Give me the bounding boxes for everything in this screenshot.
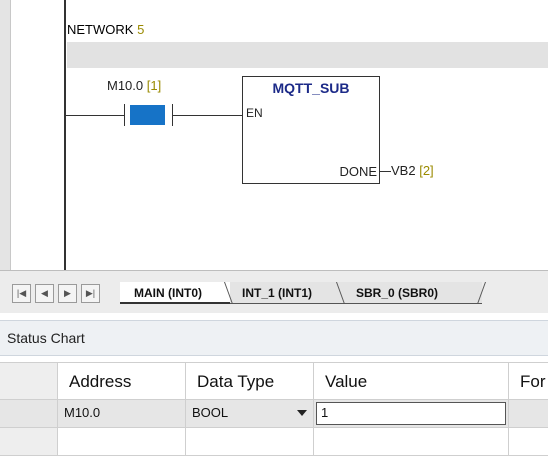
- data-type-cell[interactable]: [186, 428, 314, 456]
- contact-ref: [1]: [146, 78, 162, 93]
- dropdown-arrow-icon[interactable]: [297, 410, 307, 416]
- tab-int1[interactable]: INT_1 (INT1): [230, 282, 342, 304]
- en-pin-label: EN: [246, 106, 263, 120]
- contact-left-bar: [124, 104, 125, 126]
- table-row[interactable]: M10.0 BOOL 1: [0, 400, 548, 428]
- network-title[interactable]: NETWORK 5: [67, 22, 144, 37]
- data-type-cell[interactable]: BOOL: [186, 400, 314, 428]
- network-label: NETWORK: [67, 22, 134, 37]
- output-ref: [2]: [419, 163, 434, 178]
- table-header-row: Address Data Type Value For: [0, 362, 548, 400]
- network-comment-area[interactable]: [67, 42, 548, 68]
- done-pin-label: DONE: [339, 164, 377, 179]
- mqtt-sub-block[interactable]: MQTT_SUB EN DONE: [242, 76, 380, 184]
- last-tab-button[interactable]: ▶|: [81, 284, 100, 303]
- row-header[interactable]: [0, 428, 58, 456]
- value-input[interactable]: 1: [316, 402, 506, 425]
- row-header[interactable]: [0, 400, 58, 428]
- power-rail: [64, 0, 66, 270]
- output-address: VB2: [391, 163, 416, 178]
- table-row[interactable]: [0, 428, 548, 456]
- tab-sbr0[interactable]: SBR_0 (SBR0): [342, 282, 482, 304]
- column-header-force[interactable]: For: [509, 362, 548, 400]
- contact-status-highlight[interactable]: [130, 105, 165, 125]
- column-header-address[interactable]: Address: [58, 362, 186, 400]
- address-cell[interactable]: M10.0: [58, 400, 186, 428]
- network-number: 5: [137, 22, 145, 37]
- wire-contact-to-en: [173, 115, 242, 116]
- tab-main[interactable]: MAIN (INT0): [120, 282, 230, 304]
- value-cell[interactable]: 1: [314, 400, 509, 428]
- wire-done-output: [379, 171, 391, 172]
- status-chart-title: Status Chart: [7, 330, 85, 346]
- contact-label[interactable]: M10.0 [1]: [107, 78, 161, 93]
- value-cell[interactable]: [314, 428, 509, 456]
- output-label[interactable]: VB2 [2]: [391, 163, 434, 178]
- block-title: MQTT_SUB: [272, 80, 350, 96]
- address-cell[interactable]: [58, 428, 186, 456]
- program-tab-bar: |◀ ◀ ▶ ▶| MAIN (INT0) INT_1 (INT1) SBR_0…: [0, 270, 548, 313]
- corner-cell: [0, 362, 58, 400]
- prev-tab-button[interactable]: ◀: [35, 284, 54, 303]
- column-header-data-type[interactable]: Data Type: [186, 362, 314, 400]
- status-chart-header: Status Chart: [0, 320, 548, 356]
- data-type-value: BOOL: [192, 405, 229, 420]
- first-tab-button[interactable]: |◀: [12, 284, 31, 303]
- column-header-value[interactable]: Value: [314, 362, 509, 400]
- force-cell[interactable]: [509, 428, 548, 456]
- wire-rail-to-contact: [65, 115, 124, 116]
- force-cell[interactable]: [509, 400, 548, 428]
- contact-address: M10.0: [107, 78, 144, 93]
- editor-margin: [0, 0, 11, 270]
- next-tab-button[interactable]: ▶: [58, 284, 77, 303]
